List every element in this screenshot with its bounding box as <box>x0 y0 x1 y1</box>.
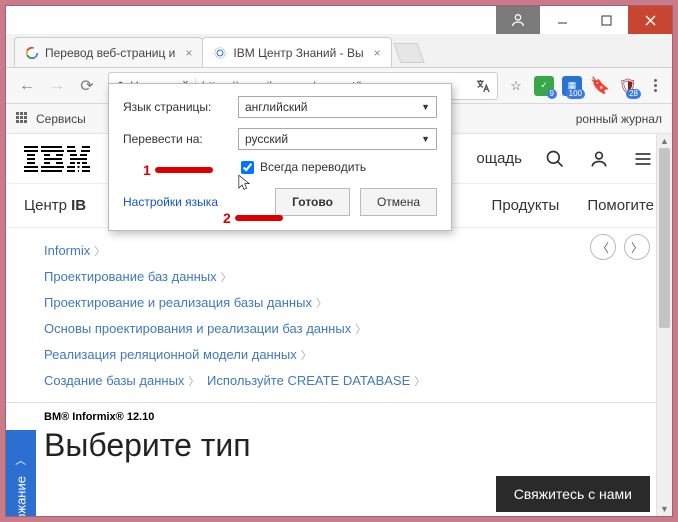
hamburger-icon[interactable] <box>632 148 654 170</box>
translate-popup: Язык страницы: английский ▼ Перевести на… <box>108 83 452 231</box>
translate-icon[interactable] <box>475 78 491 94</box>
product-line: BM® Informix® 12.10 <box>6 402 672 427</box>
chevron-right-icon: 〉 <box>188 376 199 388</box>
crumb[interactable]: Проектирование баз данных <box>44 269 217 284</box>
crumb[interactable]: Реализация реляционной модели данных <box>44 347 297 362</box>
target-lang-label: Перевести на: <box>123 132 228 146</box>
vertical-scrollbar[interactable]: ▲ ▼ <box>656 134 672 516</box>
new-tab-button[interactable] <box>393 43 424 63</box>
breadcrumbs: Informix 〉 Проектирование баз данных 〉 Про… <box>6 228 672 398</box>
cursor-icon <box>237 174 251 192</box>
done-button[interactable]: Готово <box>275 188 350 216</box>
nav-back-button[interactable]: ← <box>14 73 40 99</box>
scroll-thumb[interactable] <box>659 148 670 328</box>
chevron-right-icon: 〉 <box>221 272 232 284</box>
page-heading: Выберите тип <box>6 427 672 464</box>
page-lang-label: Язык страницы: <box>123 100 228 114</box>
chevron-right-icon: 〉 <box>316 298 327 310</box>
pager: 〈 〉 <box>590 234 650 260</box>
ext-yellow[interactable]: 🔖 <box>590 76 610 96</box>
crumb[interactable]: Проектирование и реализация базы данных <box>44 295 312 310</box>
crumb[interactable]: Informix <box>44 243 90 258</box>
ext-green[interactable]: ✓9 <box>534 76 554 96</box>
cancel-button[interactable]: Отмена <box>360 188 437 216</box>
tab-0[interactable]: Перевод веб-страниц и × <box>14 37 203 67</box>
chevron-right-icon: 〉 <box>414 376 425 388</box>
browser-window: Перевод веб-страниц и × IBM Центр Знаний… <box>6 6 672 516</box>
browser-menu-button[interactable] <box>646 79 664 92</box>
tab-1[interactable]: IBM Центр Знаний - Вы × <box>202 37 391 67</box>
pager-prev-button[interactable]: 〈 <box>590 234 616 260</box>
crumb[interactable]: Основы проектирования и реализации баз д… <box>44 321 351 336</box>
titlebar <box>6 6 672 34</box>
ibm-favicon-icon <box>213 46 227 60</box>
nav-reload-button[interactable]: ⟳ <box>74 73 100 99</box>
chevron-right-icon: 〉 <box>301 350 312 362</box>
tab-close-icon[interactable]: × <box>374 46 381 60</box>
pager-next-button[interactable]: 〉 <box>624 234 650 260</box>
apps-icon[interactable] <box>16 112 30 126</box>
crumb[interactable]: Используйте CREATE DATABASE <box>207 373 410 388</box>
always-translate-label: Всегда переводить <box>260 160 366 174</box>
subnav-title: Центр IB <box>24 197 86 214</box>
google-icon <box>25 46 39 60</box>
subnav-help[interactable]: Помогите <box>587 197 654 214</box>
tab-1-title: IBM Центр Знаний - Вы <box>233 46 363 60</box>
tab-0-title: Перевод веб-страниц и <box>45 46 175 60</box>
ext-blue[interactable]: ▦100 <box>562 76 582 96</box>
chevron-right-icon: 〉 <box>355 324 366 336</box>
window-close-button[interactable] <box>628 6 672 34</box>
page-lang-select[interactable]: английский ▼ <box>238 96 437 118</box>
window-maximize-button[interactable] <box>584 6 628 34</box>
bookmark-apps-label[interactable]: Сервисы <box>36 112 86 126</box>
nav-forward-button[interactable]: → <box>44 73 70 99</box>
lang-settings-link[interactable]: Настройки языка <box>123 195 218 209</box>
window-minimize-button[interactable] <box>540 6 584 34</box>
ibm-top-link[interactable]: ощадь <box>476 150 522 167</box>
bookmark-right-label[interactable]: ронный журнал <box>576 112 662 126</box>
crumb[interactable]: Создание базы данных <box>44 373 184 388</box>
search-icon[interactable] <box>544 148 566 170</box>
always-translate-checkbox[interactable] <box>241 161 254 174</box>
titlebar-user-button[interactable] <box>496 6 540 34</box>
tab-close-icon[interactable]: × <box>185 46 192 60</box>
subnav-products[interactable]: Продукты <box>492 197 560 214</box>
user-icon[interactable] <box>588 148 610 170</box>
bookmark-star-button[interactable]: ☆ <box>506 76 526 96</box>
target-lang-select[interactable]: русский ▼ <box>238 128 437 150</box>
tabstrip: Перевод веб-страниц и × IBM Центр Знаний… <box>6 34 672 68</box>
caret-down-icon: ▼ <box>421 134 430 144</box>
ibm-logo[interactable] <box>24 146 90 172</box>
toc-side-tab[interactable]: Содержание 〉 <box>6 430 36 516</box>
contact-button[interactable]: Свяжитесь с нами <box>496 476 650 512</box>
chevron-right-icon: 〉 <box>13 455 29 466</box>
scroll-up-icon[interactable]: ▲ <box>657 134 672 148</box>
caret-down-icon: ▼ <box>421 102 430 112</box>
chevron-right-icon: 〉 <box>94 246 105 258</box>
annotation-1: 1 <box>143 162 213 178</box>
annotation-2: 2 <box>223 210 283 226</box>
scroll-down-icon[interactable]: ▼ <box>657 502 672 516</box>
ext-shield[interactable]: 🛡28 <box>618 76 638 96</box>
